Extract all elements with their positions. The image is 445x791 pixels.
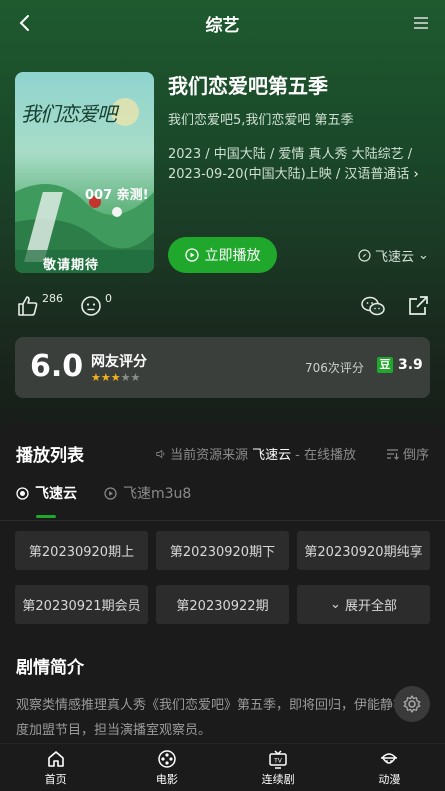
- source-note-suffix: - 在线播放: [295, 448, 356, 463]
- expand-all-button[interactable]: ⌄ 展开全部: [297, 585, 430, 624]
- menu-icon[interactable]: [411, 13, 431, 33]
- chevron-right-icon: ›: [413, 167, 419, 182]
- source-note-name: 飞速云: [252, 448, 292, 463]
- play-circle-icon: [104, 486, 117, 500]
- episode-button[interactable]: 第20230920期下: [156, 531, 289, 570]
- home-icon: [47, 750, 64, 767]
- page-title: 综艺: [205, 15, 240, 36]
- show-title: 我们恋爱吧第五季: [168, 74, 328, 98]
- douban-icon: 豆: [377, 357, 393, 373]
- bottom-nav: 首页 电影 TV 连续剧 动漫: [0, 743, 445, 791]
- rating-score: 6.0: [30, 349, 84, 384]
- nav-series-label: 连续剧: [261, 772, 295, 786]
- source-selector[interactable]: 飞速云 ⌄: [358, 246, 429, 265]
- playlist-panel: 播放列表 当前资源来源 飞速云 - 在线播放 倒序 飞速云 飞速m3u8 第202…: [0, 423, 445, 743]
- dislike-button[interactable]: 0: [79, 292, 112, 318]
- episode-button[interactable]: 第20230922期: [156, 585, 289, 624]
- tv-icon: TV: [269, 749, 287, 769]
- poster-image[interactable]: 我们恋爱吧 007 亲测! 敬请期待: [15, 72, 154, 273]
- synopsis-text: 观察类情感推理真人秀《我们恋爱吧》第五季，即将回归，伊能静将再度加盟节目，担当演…: [16, 698, 420, 738]
- dislike-count: 0: [105, 292, 112, 305]
- douban-rating[interactable]: 豆 3.9: [377, 357, 423, 373]
- play-now-button[interactable]: 立即播放: [168, 237, 277, 273]
- nav-movie-label: 电影: [155, 772, 178, 786]
- tab-feisuyun[interactable]: 飞速云: [16, 483, 77, 503]
- rating-label: 网友评分: [91, 354, 147, 370]
- svg-text:TV: TV: [273, 757, 283, 764]
- poster-caption: 007 亲测!: [85, 188, 149, 203]
- tab-feisuyun-label: 飞速云: [35, 486, 77, 502]
- rating-vote-count: 706次评分: [305, 361, 364, 375]
- chevron-down-icon: ⌄: [418, 248, 429, 263]
- show-meta-line2-text: 2023-09-20(中国大陆)上映 / 汉语普通话: [168, 167, 410, 182]
- gear-icon: [403, 695, 421, 713]
- sort-label: 倒序: [403, 448, 430, 463]
- tab-feisu-m3u8-label: 飞速m3u8: [123, 486, 192, 502]
- douban-score: 3.9: [398, 357, 423, 373]
- episode-button[interactable]: 第20230920期上: [15, 531, 148, 570]
- source-selector-label: 飞速云: [375, 250, 415, 265]
- nav-movie[interactable]: 电影: [111, 744, 222, 791]
- expand-all-label: 展开全部: [344, 599, 397, 614]
- compass-icon: [358, 249, 371, 262]
- nav-home-label: 首页: [44, 772, 67, 786]
- poster-title: 我们恋爱吧: [21, 102, 117, 126]
- source-note-prefix: 当前资源来源: [170, 448, 249, 463]
- play-circle-icon: [184, 248, 199, 262]
- wechat-icon[interactable]: [360, 294, 386, 318]
- anime-icon: [381, 752, 398, 764]
- nav-anime[interactable]: 动漫: [334, 744, 445, 791]
- nav-home[interactable]: 首页: [0, 744, 111, 791]
- rating-card: 6.0 网友评分 ★★★★★ 706次评分 豆 3.9: [15, 337, 430, 398]
- show-alias: 我们恋爱吧5,我们恋爱吧 第五季: [168, 113, 354, 128]
- show-meta-line2[interactable]: 2023-09-20(中国大陆)上映 / 汉语普通话 ›: [168, 163, 419, 182]
- settings-fab[interactable]: [394, 686, 430, 722]
- radio-selected-icon: [16, 486, 29, 500]
- speaker-icon: [156, 449, 165, 458]
- divider: [0, 520, 445, 521]
- show-meta-line1: 2023 / 中国大陆 / 爱情 真人秀 大陆综艺 /: [168, 147, 413, 162]
- tab-indicator: [36, 515, 56, 518]
- like-button[interactable]: 286: [16, 292, 63, 318]
- play-now-label: 立即播放: [204, 248, 261, 264]
- share-icon[interactable]: [406, 294, 430, 318]
- neutral-face-icon: [81, 296, 101, 316]
- top-bar: 综艺: [0, 0, 445, 46]
- sort-button[interactable]: 倒序: [386, 444, 429, 463]
- tab-feisu-m3u8[interactable]: 飞速m3u8: [104, 483, 191, 503]
- sort-icon: [387, 448, 399, 460]
- episode-button[interactable]: 第20230920期纯享: [297, 531, 430, 570]
- playlist-title: 播放列表: [16, 446, 84, 466]
- nav-anime-label: 动漫: [378, 772, 401, 786]
- film-reel-icon: [158, 749, 176, 768]
- episode-button[interactable]: 第20230921期会员: [15, 585, 148, 624]
- poster-footer-text: 敬请期待: [43, 258, 100, 273]
- like-count: 286: [42, 292, 63, 305]
- source-note: 当前资源来源 飞速云 - 在线播放: [156, 444, 356, 463]
- thumbs-up-icon: [18, 296, 38, 316]
- back-icon[interactable]: [14, 12, 36, 34]
- rating-stars: ★★★★★: [91, 371, 141, 384]
- chevron-down-icon: ⌄: [330, 597, 341, 612]
- synopsis-title: 剧情简介: [16, 658, 84, 678]
- nav-series[interactable]: TV 连续剧: [223, 744, 334, 791]
